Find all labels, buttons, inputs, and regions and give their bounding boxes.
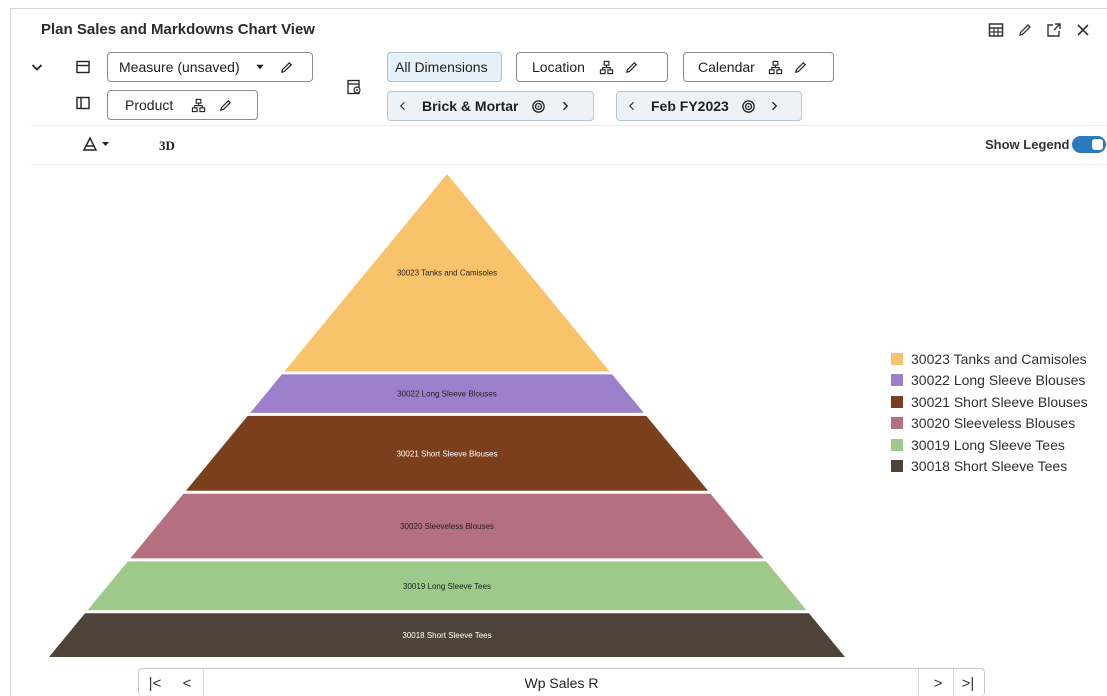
legend-label: 30023 Tanks and Camisoles — [911, 350, 1087, 367]
legend-swatch — [891, 374, 903, 387]
legend-swatch — [891, 417, 903, 430]
segment-label: 30023 Tanks and Camisoles — [397, 269, 497, 278]
next-page-button[interactable]: > — [926, 669, 950, 696]
legend-label: 30021 Short Sleeve Blouses — [911, 393, 1088, 410]
measure-name: Wp Sales R — [524, 675, 599, 691]
legend-item[interactable]: 30021 Short Sleeve Blouses — [891, 391, 1088, 413]
pager-divider — [918, 669, 919, 696]
segment-label: 30022 Long Sleeve Blouses — [397, 390, 497, 399]
segment-label: 30019 Long Sleeve Tees — [403, 582, 491, 591]
legend-item[interactable]: 30018 Short Sleeve Tees — [891, 456, 1088, 478]
legend-swatch — [891, 352, 903, 365]
chart-legend: 30023 Tanks and Camisoles 30022 Long Slee… — [891, 348, 1088, 477]
legend-item[interactable]: 30022 Long Sleeve Blouses — [891, 370, 1088, 392]
legend-item[interactable]: 30019 Long Sleeve Tees — [891, 434, 1088, 456]
legend-label: 30019 Long Sleeve Tees — [911, 436, 1065, 453]
segment-label: 30020 Sleeveless Blouses — [400, 522, 494, 531]
legend-swatch — [891, 460, 903, 473]
legend-swatch — [891, 395, 903, 408]
legend-item[interactable]: 30020 Sleeveless Blouses — [891, 413, 1088, 435]
legend-swatch — [891, 438, 903, 451]
legend-label: 30018 Short Sleeve Tees — [911, 458, 1068, 475]
measure-pager: |< < Wp Sales R > >| — [138, 668, 985, 696]
legend-label: 30020 Sleeveless Blouses — [911, 415, 1076, 432]
last-page-button[interactable]: >| — [956, 669, 980, 696]
pager-divider — [953, 669, 954, 696]
legend-item[interactable]: 30023 Tanks and Camisoles — [891, 348, 1088, 370]
segment-label: 30021 Short Sleeve Blouses — [397, 449, 498, 458]
legend-label: 30022 Long Sleeve Blouses — [911, 372, 1086, 389]
segment-label: 30018 Short Sleeve Tees — [402, 631, 491, 640]
